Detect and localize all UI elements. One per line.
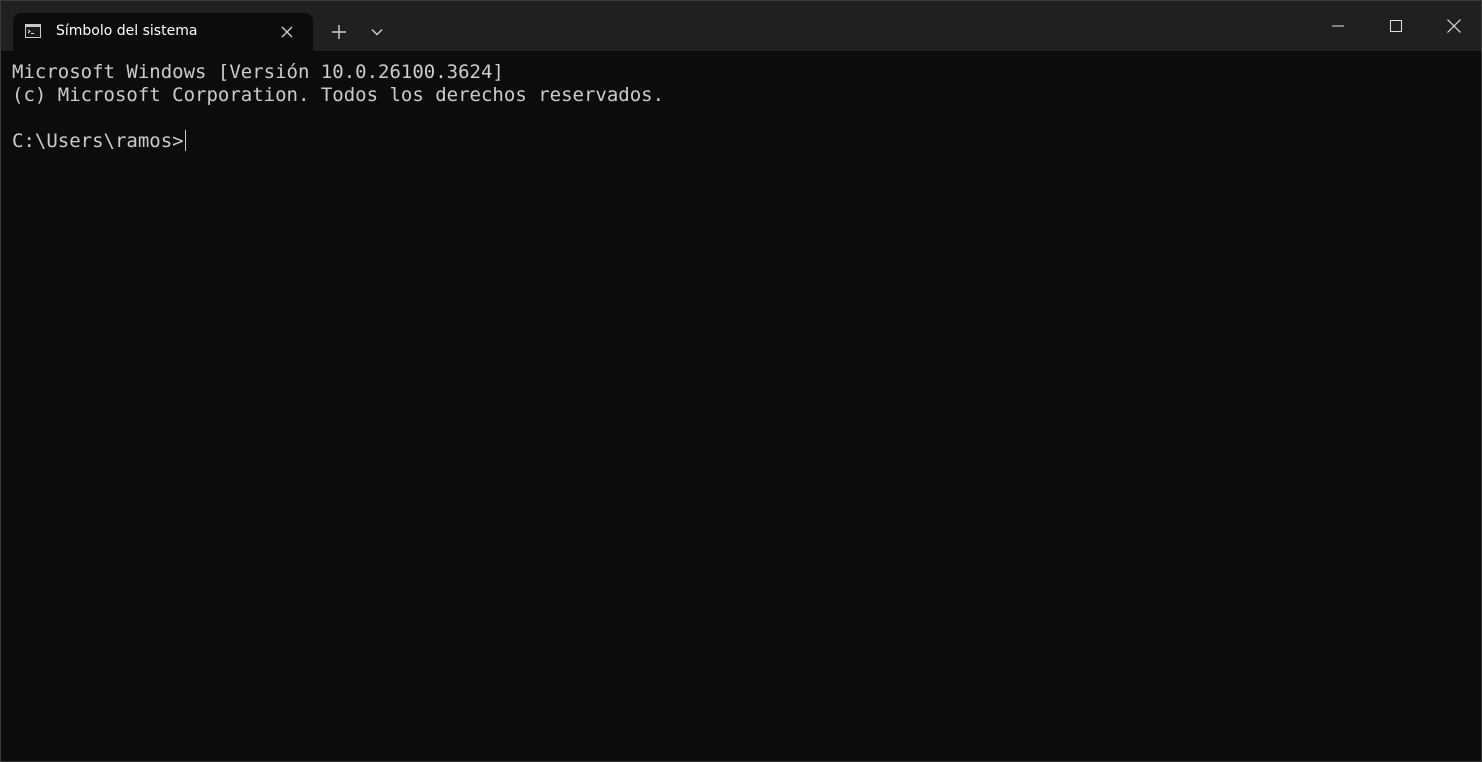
- tab-dropdown-button[interactable]: [361, 17, 393, 47]
- command-prompt-line[interactable]: C:\Users\ramos>: [12, 130, 1472, 153]
- maximize-icon: [1390, 20, 1402, 32]
- title-bar[interactable]: Símbolo del sistema: [1, 1, 1481, 51]
- close-icon: [281, 26, 293, 38]
- maximize-button[interactable]: [1367, 1, 1425, 51]
- minimize-button[interactable]: [1309, 1, 1367, 51]
- close-icon: [1447, 19, 1461, 33]
- minimize-icon: [1332, 25, 1344, 27]
- tab-command-prompt[interactable]: Símbolo del sistema: [13, 13, 313, 51]
- text-cursor: [184, 130, 186, 151]
- terminal-line-version: Microsoft Windows [Versión 10.0.26100.36…: [12, 61, 504, 83]
- new-tab-button[interactable]: [323, 17, 355, 47]
- prompt-text: C:\Users\ramos>: [12, 130, 184, 152]
- chevron-down-icon: [371, 29, 383, 36]
- close-button[interactable]: [1425, 1, 1481, 51]
- terminal-output[interactable]: Microsoft Windows [Versión 10.0.26100.36…: [12, 61, 1472, 751]
- plus-icon: [332, 25, 346, 39]
- terminal-line-copyright: (c) Microsoft Corporation. Todos los der…: [12, 84, 665, 106]
- command-prompt-icon: [25, 24, 41, 38]
- tab-close-button[interactable]: [275, 20, 299, 44]
- tab-title: Símbolo del sistema: [56, 23, 198, 39]
- terminal-window: Símbolo del sistema Microsoft Windows [V…: [0, 0, 1482, 762]
